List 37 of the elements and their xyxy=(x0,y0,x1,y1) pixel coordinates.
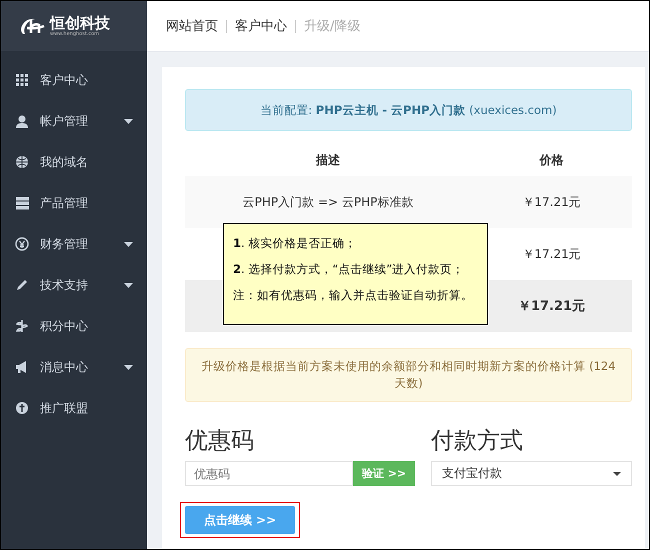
caret-icon xyxy=(613,472,621,476)
yen-icon xyxy=(15,237,30,252)
sidebar-item[interactable]: 财务管理 xyxy=(1,224,147,265)
sidebar-item[interactable]: 帐户管理 xyxy=(1,101,147,142)
coupon-heading: 优惠码 xyxy=(185,427,255,456)
upgrade-notice: 升级价格是根据当前方案未使用的余额部分和相同时期新方案的价格计算 (124 天数) xyxy=(185,348,632,402)
pencil-icon xyxy=(15,278,30,293)
grid-icon xyxy=(15,73,30,88)
price-cell: ￥17.21元 xyxy=(522,246,581,260)
sidebar-item[interactable]: 消息中心 xyxy=(1,347,147,388)
globe-icon xyxy=(15,155,30,170)
config-alert: 当前配置: PHP云主机 - 云PHP入门款 (xuexices.com) xyxy=(185,89,632,131)
table-cell: 云PHP入门款 => 云PHP标准款 xyxy=(242,194,414,208)
tooltip-line: 注：如有优惠码，输入并点击验证自动折算。 xyxy=(233,288,474,303)
price-cell: ￥17.21元 xyxy=(522,194,581,208)
payment-select[interactable]: 支付宝付款 xyxy=(431,461,632,486)
column-header: 价格 xyxy=(471,144,632,176)
column-header: 描述 xyxy=(185,144,472,176)
sidebar-item[interactable]: 推广联盟 xyxy=(1,388,147,429)
coupon-field[interactable]: 优惠码 xyxy=(185,461,353,486)
logo-name: 恒创科技 xyxy=(50,15,110,31)
server-icon xyxy=(15,196,30,211)
sidebar-item[interactable]: 技术支持 xyxy=(1,265,147,306)
user-icon xyxy=(15,114,30,129)
sidebar-item[interactable]: 我的域名 xyxy=(1,142,147,183)
sidebar-item[interactable]: 客户中心 xyxy=(1,60,147,101)
badge-icon xyxy=(15,401,30,416)
logo-icon xyxy=(19,16,45,36)
price-cell: ￥17.21元 xyxy=(518,299,586,314)
payment-heading: 付款方式 xyxy=(431,427,524,456)
breadcrumb-link[interactable]: 客户中心 xyxy=(235,17,287,35)
sidebar-item[interactable]: 产品管理 xyxy=(1,183,147,224)
sidebar-item[interactable]: 积分中心 xyxy=(1,306,147,347)
plant-icon xyxy=(15,319,30,334)
tooltip-line: 1. 核实价格是否正确； xyxy=(233,236,358,251)
breadcrumb-link[interactable]: 网站首页 xyxy=(166,17,218,35)
tooltip-line: 2. 选择付款方式，“点击继续”进入付款页； xyxy=(233,262,466,277)
